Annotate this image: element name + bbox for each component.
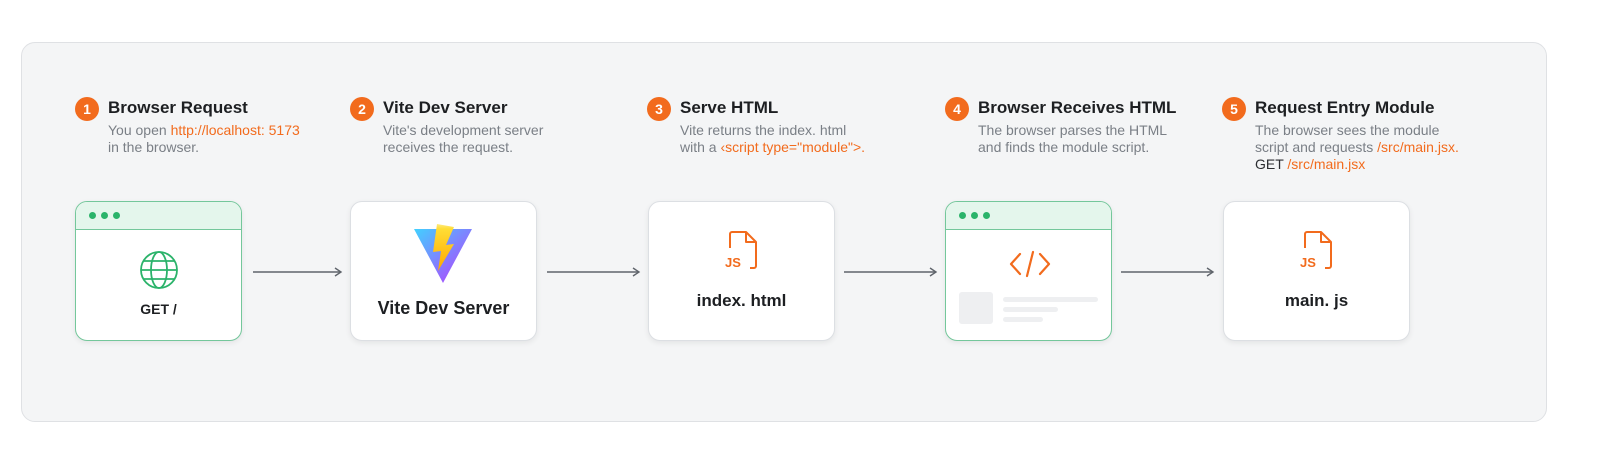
card-label: GET / [140, 301, 177, 317]
window-dot [983, 212, 990, 219]
arrow-right-icon [844, 267, 938, 277]
highlighted-text: /src/main.jsx. [1377, 139, 1459, 155]
description-text: with a [680, 139, 721, 155]
main-js-card: JS main. js [1223, 201, 1410, 341]
arrow-right-icon [1121, 267, 1215, 277]
description-text: and finds the module script. [978, 139, 1150, 155]
highlighted-text: ‹script type="module">. [720, 139, 866, 155]
window-dot [959, 212, 966, 219]
step-description: Vite returns the index. html with a ‹scri… [680, 122, 940, 156]
step-number-badge: 3 [647, 97, 671, 121]
step-title: Request Entry Module [1255, 98, 1435, 117]
step-description: Vite's development server receives the re… [383, 122, 643, 156]
card-label: main. js [1284, 291, 1349, 310]
description-text: in the browser. [108, 139, 200, 155]
step-description: The browser sees the module script and re… [1255, 122, 1515, 173]
globe-icon [140, 251, 178, 289]
window-dot [89, 212, 96, 219]
highlighted-text: /src/main.jsx [1287, 156, 1366, 172]
step-title: Serve HTML [680, 98, 779, 117]
highlighted-text: http://localhost: 5173 [170, 122, 300, 138]
vite-server-card: Vite Dev Server [350, 201, 537, 341]
js-label: JS [1300, 255, 1316, 270]
browser-titlebar [946, 202, 1111, 230]
description-text: The browser sees the module [1255, 122, 1440, 138]
description-text: The browser parses the HTML [978, 122, 1168, 138]
step-title: Vite Dev Server [383, 98, 508, 117]
description-text: GET [1255, 156, 1288, 172]
description-text: You open [108, 122, 171, 138]
content-placeholder [1003, 307, 1058, 312]
description-text: Vite returns the index. html [680, 122, 847, 138]
step-number-badge: 4 [945, 97, 969, 121]
step-title: Browser Receives HTML [978, 98, 1177, 117]
description-text: Vite's development server [383, 122, 544, 138]
step-title: Browser Request [108, 98, 248, 117]
js-file-icon: JS [1300, 231, 1332, 270]
description-text: script and requests [1255, 139, 1378, 155]
arrow-right-icon [253, 267, 343, 277]
step-number-badge: 1 [75, 97, 99, 121]
content-placeholder [1003, 317, 1043, 322]
window-dot [101, 212, 108, 219]
arrow-right-icon [547, 267, 641, 277]
js-label: JS [725, 255, 741, 270]
step-description: You open http://localhost: 5173 in the br… [108, 122, 368, 156]
vite-logo [414, 224, 472, 283]
step-number-badge: 2 [350, 97, 374, 121]
card-label: Vite Dev Server [377, 298, 510, 318]
description-text: receives the request. [383, 139, 513, 155]
index-html-card: JS index. html [648, 201, 835, 341]
content-placeholder [1003, 297, 1098, 302]
step-number-badge: 5 [1222, 97, 1246, 121]
browser-receives-card [945, 201, 1112, 341]
browser-titlebar [76, 202, 241, 230]
card-label: index. html [696, 291, 787, 310]
browser-request-card: GET / [75, 201, 242, 341]
step-description: The browser parses the HTML and finds the… [978, 122, 1238, 156]
code-icon [1009, 250, 1051, 278]
js-file-icon: JS [725, 231, 757, 270]
window-dot [113, 212, 120, 219]
window-dot [971, 212, 978, 219]
content-placeholder [959, 292, 993, 324]
